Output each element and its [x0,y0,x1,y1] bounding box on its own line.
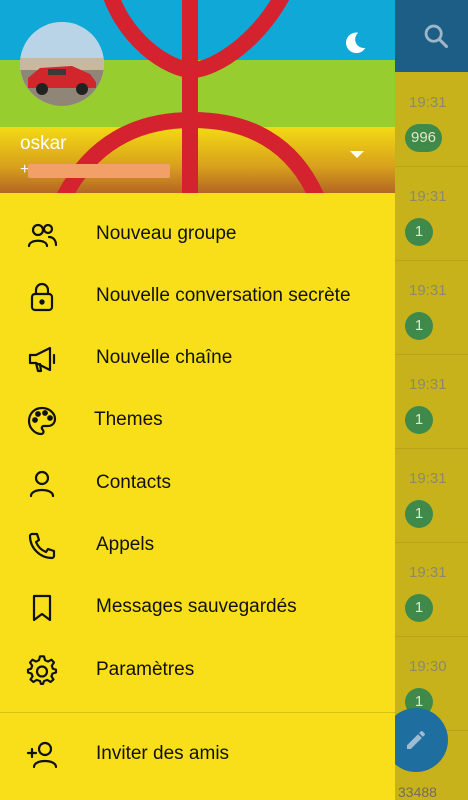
menu-divider [0,712,395,713]
group-icon [27,223,58,248]
menu-item-new-channel[interactable]: Nouvelle chaîne [0,328,395,390]
menu-label: Inviter des amis [96,743,230,764]
bookmark-icon [32,594,52,622]
chat-time: 19:30 [409,658,447,675]
chat-time: 19:31 [409,94,447,111]
drawer-header: oskar + [0,0,395,193]
add-person-icon [26,741,58,769]
search-icon[interactable] [422,22,450,50]
menu-label: Messages sauvegardés [96,596,297,617]
menu-item-invite-friends[interactable]: Inviter des amis [0,724,395,786]
chat-row[interactable]: 19:31 1 [395,354,468,449]
chat-time: 19:31 [409,564,447,581]
menu-item-settings[interactable]: Paramètres [0,640,395,702]
menu-item-secret-chat[interactable]: Nouvelle conversation secrète [0,266,395,328]
gear-icon [26,655,58,685]
menu-label: Nouvelle conversation secrète [96,285,351,306]
lock-icon [30,282,54,312]
moon-icon[interactable] [342,30,368,56]
chat-row[interactable]: 19:31 1 [395,448,468,543]
chat-row[interactable]: 19:31 1 [395,260,468,355]
megaphone-icon [28,346,56,373]
menu-item-contacts[interactable]: Contacts [0,453,395,515]
car-photo [20,22,104,106]
menu-label: Themes [94,409,163,430]
redacted-phone-mask [28,164,170,178]
unread-badge: 1 [405,594,433,622]
chat-time: 19:31 [409,282,447,299]
unread-count: 33488 [398,784,437,800]
menu-item-saved-messages[interactable]: Messages sauvegardés [0,577,395,639]
chat-row[interactable]: 19:31 996 [395,72,468,167]
menu-item-new-group[interactable]: Nouveau groupe [0,204,395,266]
menu-label: Nouveau groupe [96,223,237,244]
unread-badge: 1 [405,500,433,528]
phone-icon [28,532,56,560]
menu-label: Paramètres [96,659,195,680]
menu-item-calls[interactable]: Appels [0,515,395,577]
menu-label: Nouvelle chaîne [96,347,233,368]
navigation-drawer: oskar + Nouveau groupe Nouvelle conversa… [0,0,395,800]
avatar[interactable] [20,22,104,106]
person-icon [29,470,55,498]
unread-badge: 1 [405,218,433,246]
chevron-down-icon[interactable] [348,149,366,161]
chat-time: 19:31 [409,376,447,393]
chat-row[interactable]: 19:31 1 [395,166,468,261]
user-name: oskar [20,133,67,154]
unread-badge: 1 [405,406,433,434]
palette-icon [27,406,57,436]
menu-item-themes[interactable]: Themes [0,390,395,452]
chat-time: 19:31 [409,188,447,205]
chat-time: 19:31 [409,470,447,487]
menu-label: Appels [96,534,155,555]
pencil-icon [407,730,426,749]
unread-badge: 1 [405,312,433,340]
menu-label: Contacts [96,472,171,493]
chat-row[interactable]: 19:31 1 [395,542,468,637]
unread-badge: 996 [405,124,443,152]
